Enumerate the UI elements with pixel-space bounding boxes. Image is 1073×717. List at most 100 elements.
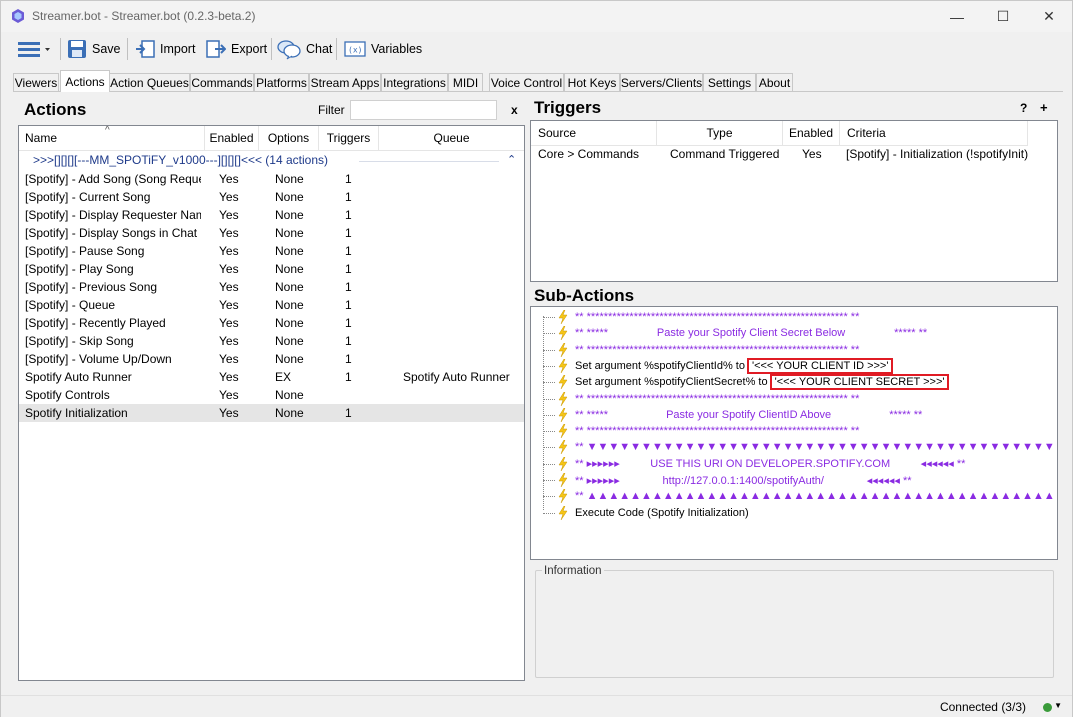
column-label: Criteria	[847, 126, 886, 140]
trigger-enabled: Yes	[802, 147, 822, 161]
column-header-triggers[interactable]: Triggers	[319, 126, 379, 150]
column-header-queue[interactable]: Queue	[379, 126, 524, 150]
toolbar: Save Import Export Chat (x) Variables	[1, 32, 1072, 70]
tree-branch	[543, 333, 555, 335]
tab-settings[interactable]: Settings	[703, 73, 756, 92]
tab-commands[interactable]: Commands	[190, 73, 254, 92]
maximize-icon: ☐	[996, 8, 1010, 24]
maximize-button[interactable]: ☐	[980, 1, 1026, 32]
action-row[interactable]: [Spotify] - Pause Song Yes None 1	[19, 242, 524, 260]
subaction-item[interactable]: ** *************************************…	[575, 342, 859, 358]
subaction-item[interactable]: Execute Code (Spotify Initialization)	[575, 505, 749, 521]
variables-button[interactable]: (x) Variables	[344, 35, 422, 63]
chevron-down-icon[interactable]: ▼	[1054, 701, 1062, 710]
action-row[interactable]: [Spotify] - Add Song (Song Reque... Yes No…	[19, 170, 524, 188]
subaction-text: Set argument %spotifyClientSecret% to	[575, 376, 768, 389]
action-name: Spotify Controls	[25, 388, 110, 402]
collapse-chevron-icon[interactable]: ⌃	[507, 153, 516, 166]
action-row[interactable]: [Spotify] - Previous Song Yes None 1	[19, 278, 524, 296]
action-name: [Spotify] - Add Song (Song Reque...	[25, 172, 201, 186]
subaction-item[interactable]: Set argument %spotifyClientId% to '<<< YO…	[575, 357, 894, 374]
subaction-item[interactable]: ** *************************************…	[575, 423, 859, 439]
action-row[interactable]: [Spotify] - Play Song Yes None 1	[19, 260, 524, 278]
tab-about[interactable]: About	[756, 73, 793, 92]
column-header-enabled[interactable]: Enabled	[783, 121, 840, 145]
subaction-item[interactable]: ** ▸▸▸▸▸▸ USE THIS URI ON DEVELOPER.SPOT…	[575, 456, 965, 472]
action-row[interactable]: [Spotify] - Skip Song Yes None 1	[19, 332, 524, 350]
subaction-text: ** *************************************…	[575, 425, 860, 438]
tree-branch	[543, 365, 555, 367]
column-header-options[interactable]: Options	[259, 126, 319, 150]
main-menu-button[interactable]	[17, 35, 56, 63]
tree-branch	[543, 431, 555, 433]
column-header-enabled[interactable]: Enabled	[205, 126, 259, 150]
toolbar-separator	[336, 38, 337, 60]
column-header-name[interactable]: Name ^	[19, 126, 205, 150]
action-row[interactable]: Spotify Controls Yes None	[19, 386, 524, 404]
subaction-item[interactable]: ** ▲▲▲▲▲▲▲▲▲▲▲▲▲▲▲▲▲▲▲▲▲▲▲▲▲▲▲▲▲▲▲▲▲▲▲▲▲…	[575, 488, 1057, 504]
tab-platforms[interactable]: Platforms	[254, 73, 309, 92]
help-button[interactable]: ?	[1020, 101, 1027, 115]
tree-branch	[543, 480, 555, 481]
tab-integrations[interactable]: Integrations	[381, 73, 448, 92]
column-header-criteria[interactable]: Criteria	[840, 121, 1028, 145]
action-row[interactable]: [Spotify] - Display Requester Nam... Yes N…	[19, 206, 524, 224]
subaction-item[interactable]: ** ▼▼▼▼▼▼▼▼▼▼▼▼▼▼▼▼▼▼▼▼▼▼▼▼▼▼▼▼▼▼▼▼▼▼▼▼▼…	[575, 439, 1057, 455]
save-button[interactable]: Save	[67, 35, 121, 63]
subaction-item[interactable]: ** ▸▸▸▸▸▸ http://127.0.0.1:1400/spotifyA…	[575, 472, 912, 488]
action-row[interactable]: [Spotify] - Volume Up/Down Yes None 1	[19, 350, 524, 368]
subaction-item[interactable]: Set argument %spotifyClientSecret% to '<<…	[575, 374, 950, 391]
tab-label: Settings	[707, 76, 752, 90]
action-enabled: Yes	[219, 226, 239, 240]
tree-branch	[543, 447, 555, 449]
action-row[interactable]: [Spotify] - Queue Yes None 1	[19, 296, 524, 314]
lightning-bolt-icon	[558, 489, 568, 504]
tab-voice-control[interactable]: Voice Control	[489, 73, 564, 92]
app-window: Streamer.bot - Streamer.bot (0.2.3-beta.…	[0, 0, 1073, 717]
column-header-type[interactable]: Type	[657, 121, 783, 145]
action-name: [Spotify] - Volume Up/Down	[25, 352, 172, 366]
column-header-source[interactable]: Source	[531, 121, 657, 145]
subaction-item[interactable]: ** ***** Paste your Spotify Client Secre…	[575, 325, 927, 341]
import-button[interactable]: Import	[135, 35, 195, 63]
chat-label: Chat	[306, 42, 333, 56]
subactions-title: Sub-Actions	[534, 286, 635, 305]
add-trigger-button[interactable]: +	[1040, 100, 1048, 115]
close-button[interactable]: ✕	[1026, 1, 1072, 32]
tab-viewers[interactable]: Viewers	[13, 73, 59, 92]
action-name: [Spotify] - Previous Song	[25, 280, 158, 294]
subaction-item[interactable]: ** ***** Paste your Spotify ClientID Abo…	[575, 407, 922, 423]
action-row[interactable]: [Spotify] - Current Song Yes None 1	[19, 188, 524, 206]
subaction-item[interactable]: ** *************************************…	[575, 391, 859, 407]
filter-clear-button[interactable]: x	[511, 103, 518, 117]
tab-midi[interactable]: MIDI	[448, 73, 483, 92]
action-group-header[interactable]: >>>[][][][---MM_SPOTiFY_v1000---][][][]<…	[19, 152, 524, 170]
subaction-item[interactable]: ** *************************************…	[575, 309, 859, 325]
tab-hot-keys[interactable]: Hot Keys	[564, 73, 620, 92]
action-row[interactable]: [Spotify] - Recently Played Yes None 1	[19, 314, 524, 332]
action-name: [Spotify] - Play Song	[25, 262, 134, 276]
tab-label: MIDI	[452, 76, 479, 90]
tab-stream-apps[interactable]: Stream Apps	[309, 73, 381, 92]
lightning-bolt-icon	[558, 505, 568, 520]
lightning-bolt-icon	[558, 440, 568, 455]
tab-servers-clients[interactable]: Servers/Clients	[620, 73, 703, 92]
export-button[interactable]: Export	[206, 35, 267, 63]
subaction-text: ** ▸▸▸▸▸▸ http://127.0.0.1:1400/spotifyA…	[575, 474, 912, 487]
chat-button[interactable]: Chat	[277, 35, 332, 63]
filter-input[interactable]	[350, 100, 497, 120]
action-options: None	[275, 172, 304, 186]
tab-actions[interactable]: Actions	[60, 70, 110, 92]
minimize-button[interactable]: —	[934, 1, 980, 32]
action-row[interactable]: Spotify Initialization Yes None 1	[19, 404, 524, 422]
tab-label: Viewers	[14, 76, 58, 90]
filter-label: Filter	[318, 103, 345, 117]
action-name: [Spotify] - Recently Played	[25, 316, 166, 330]
action-row[interactable]: [Spotify] - Display Songs in Chat Yes None…	[19, 224, 524, 242]
action-triggers: 1	[345, 406, 352, 420]
action-row[interactable]: Spotify Auto Runner Yes EX 1 Spotify Auto Ru…	[19, 368, 524, 386]
trigger-type: Command Triggered	[670, 147, 780, 161]
tab-action-queues[interactable]: Action Queues	[109, 73, 190, 92]
toolbar-separator	[60, 38, 61, 60]
hamburger-menu-icon	[18, 42, 50, 57]
